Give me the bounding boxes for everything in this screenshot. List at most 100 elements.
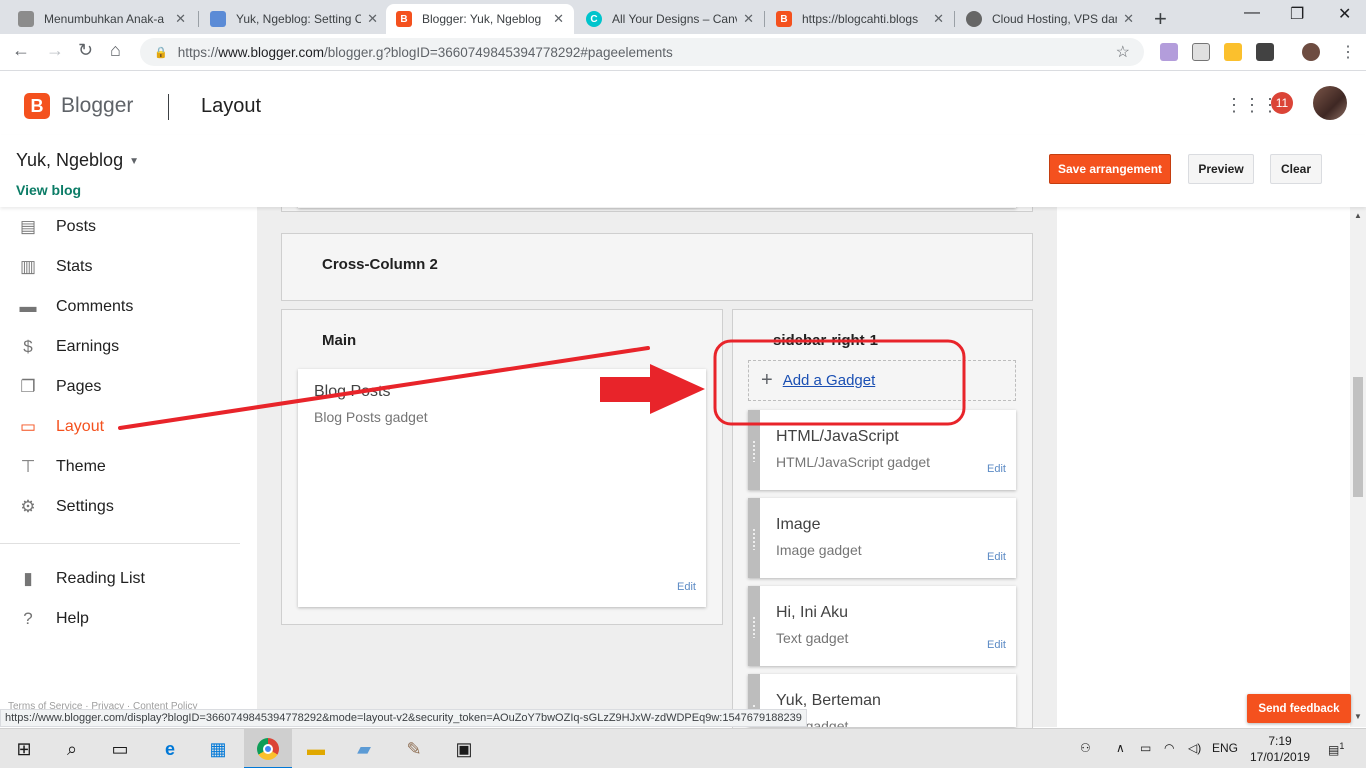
sidebar-item-theme[interactable]: ⊤ Theme	[0, 447, 257, 487]
sidebar-item-pages[interactable]: ❐ Pages	[0, 367, 257, 407]
sidebar-item-help[interactable]: ? Help	[0, 599, 257, 639]
browser-tab-1[interactable]: Menumbuhkan Anak-a ✕	[8, 4, 196, 34]
bookmark-star-icon[interactable]: ☆	[1116, 42, 1130, 62]
battery-icon[interactable]: ▭	[1140, 741, 1151, 755]
close-tab-icon[interactable]: ✕	[367, 11, 378, 27]
extension-pen-icon[interactable]	[1160, 43, 1178, 61]
plus-icon: +	[761, 369, 773, 391]
file-explorer-icon[interactable]: ▬	[304, 737, 328, 761]
new-tab-button[interactable]: +	[1154, 6, 1167, 32]
avatar[interactable]	[1313, 86, 1347, 120]
sidebar-item-comments[interactable]: ▬ Comments	[0, 287, 257, 327]
send-feedback-button[interactable]: Send feedback	[1247, 694, 1351, 723]
page-scrollbar[interactable]: ▲ ▼	[1350, 207, 1366, 727]
edit-link[interactable]: Edit	[987, 463, 1006, 475]
task-view-icon[interactable]: ▭	[108, 737, 132, 761]
clear-button[interactable]: Clear	[1270, 154, 1322, 184]
scroll-up-icon[interactable]: ▲	[1354, 211, 1362, 220]
people-icon[interactable]: ⚇	[1080, 741, 1091, 755]
close-tab-icon[interactable]: ✕	[553, 11, 564, 27]
gear-icon: ⚙	[20, 497, 36, 516]
blogger-logo-icon[interactable]: B	[24, 93, 50, 119]
browser-tab-6[interactable]: Cloud Hosting, VPS dan ✕	[956, 4, 1144, 34]
blog-subheader: Yuk, Ngeblog ▼ View blog Save arrangement…	[0, 135, 1366, 207]
caret-down-icon: ▼	[129, 155, 139, 167]
section-title: Cross-Column 2	[322, 256, 438, 273]
edit-link[interactable]: Edit	[987, 551, 1006, 563]
edge-icon[interactable]: e	[158, 737, 182, 761]
chrome-icon[interactable]	[256, 737, 280, 761]
drag-handle[interactable]	[748, 586, 760, 666]
wifi-icon[interactable]: ◠	[1164, 741, 1174, 755]
browser-tab-4[interactable]: C All Your Designs – Canv ✕	[576, 4, 764, 34]
browser-tab-2[interactable]: Yuk, Ngeblog: Setting C ✕	[200, 4, 388, 34]
address-bar[interactable]: 🔒 https://www.blogger.com/blogger.g?blog…	[140, 38, 1144, 66]
store-icon[interactable]: ▦	[206, 737, 230, 761]
profile-avatar-icon[interactable]	[1302, 43, 1320, 61]
blog-selector[interactable]: Yuk, Ngeblog ▼	[16, 150, 139, 171]
edit-link[interactable]: Edit	[677, 581, 696, 593]
volume-icon[interactable]: ◁)	[1188, 741, 1201, 755]
close-window-icon[interactable]: ✕	[1338, 4, 1351, 24]
extension-t-icon[interactable]	[1192, 43, 1210, 61]
gadget-image[interactable]: Image Image gadget Edit	[748, 498, 1016, 578]
browser-tab-5[interactable]: B https://blogcahti.blogs ✕	[766, 4, 954, 34]
show-hidden-icons-icon[interactable]: ∧	[1116, 741, 1125, 755]
chrome-menu-icon[interactable]: ⋮	[1340, 42, 1356, 62]
close-tab-icon[interactable]: ✕	[933, 11, 944, 27]
sidebar-item-layout[interactable]: ▭ Layout	[0, 407, 257, 447]
gadget-html-javascript[interactable]: HTML/JavaScript HTML/JavaScript gadget E…	[748, 410, 1016, 490]
browser-tab-strip: Menumbuhkan Anak-a ✕ Yuk, Ngeblog: Setti…	[0, 0, 1366, 34]
save-arrangement-button[interactable]: Save arrangement	[1049, 154, 1171, 184]
language-indicator[interactable]: ENG	[1212, 741, 1238, 755]
action-center-icon[interactable]: ▤1	[1328, 741, 1344, 757]
close-tab-icon[interactable]: ✕	[1123, 11, 1134, 27]
sidebar-item-settings[interactable]: ⚙ Settings	[0, 487, 257, 527]
edit-link[interactable]: Edit	[987, 639, 1006, 651]
blogger-icon: B	[776, 11, 792, 27]
clock[interactable]: 7:19 17/01/2019	[1250, 733, 1310, 765]
sidebar-nav: ▤ Posts ▥ Stats ▬ Comments $ Earnings ❐ …	[0, 207, 257, 712]
layout-icon: ▭	[19, 417, 37, 436]
photos-icon[interactable]: ▣	[452, 737, 476, 761]
notepad-icon[interactable]: ▰	[352, 737, 376, 761]
gadget-blog-posts[interactable]: Blog Posts Blog Posts gadget Edit	[298, 369, 706, 607]
view-blog-link[interactable]: View blog	[16, 182, 81, 198]
close-tab-icon[interactable]: ✕	[175, 11, 186, 27]
sidebar-item-earnings[interactable]: $ Earnings	[0, 327, 257, 367]
sidebar-item-stats[interactable]: ▥ Stats	[0, 247, 257, 287]
paint-roller-icon: ⊤	[20, 457, 36, 476]
pages-icon: ❐	[20, 377, 36, 396]
sidebar-item-posts[interactable]: ▤ Posts	[0, 207, 257, 247]
scroll-down-icon[interactable]: ▼	[1354, 712, 1362, 721]
paint-icon[interactable]: ✎	[402, 737, 426, 761]
windows-start-icon[interactable]: ⊞	[12, 737, 36, 761]
brand-name: Blogger	[61, 94, 134, 117]
back-icon[interactable]: ←	[12, 40, 30, 61]
reload-icon[interactable]: ↻	[78, 40, 93, 61]
search-icon[interactable]: ⌕	[60, 737, 84, 761]
gadget-hi-ini-aku[interactable]: Hi, Ini Aku Text gadget Edit	[748, 586, 1016, 666]
restore-icon[interactable]: ❐	[1290, 4, 1304, 24]
scrollbar-thumb[interactable]	[1353, 377, 1363, 497]
sidebar-item-reading-list[interactable]: ▮ Reading List	[0, 559, 257, 599]
add-gadget-button[interactable]: + Add a Gadget	[748, 360, 1016, 401]
home-icon[interactable]: ⌂	[110, 40, 121, 61]
preview-button[interactable]: Preview	[1188, 154, 1254, 184]
extension-v-icon[interactable]	[1224, 43, 1242, 61]
blogger-header: B Blogger Layout ⋮⋮⋮ 11	[0, 72, 1366, 135]
drag-handle[interactable]	[748, 498, 760, 578]
face-icon	[966, 11, 982, 27]
notification-badge[interactable]: 11	[1271, 92, 1293, 114]
section-title: Main	[322, 332, 357, 349]
posts-icon: ▤	[19, 217, 37, 236]
extension-m-icon[interactable]	[1256, 43, 1274, 61]
browser-tab-3-active[interactable]: B Blogger: Yuk, Ngeblog ✕	[386, 4, 574, 34]
close-tab-icon[interactable]: ✕	[743, 11, 754, 27]
minimize-icon[interactable]: —	[1244, 4, 1260, 22]
browser-toolbar: ← → ↻ ⌂ 🔒 https://www.blogger.com/blogge…	[0, 34, 1366, 71]
blogger-icon: B	[396, 11, 412, 27]
section-cross-column-2: Cross-Column 2	[281, 233, 1033, 301]
drag-handle[interactable]	[748, 410, 760, 490]
forward-icon[interactable]: →	[46, 40, 64, 61]
